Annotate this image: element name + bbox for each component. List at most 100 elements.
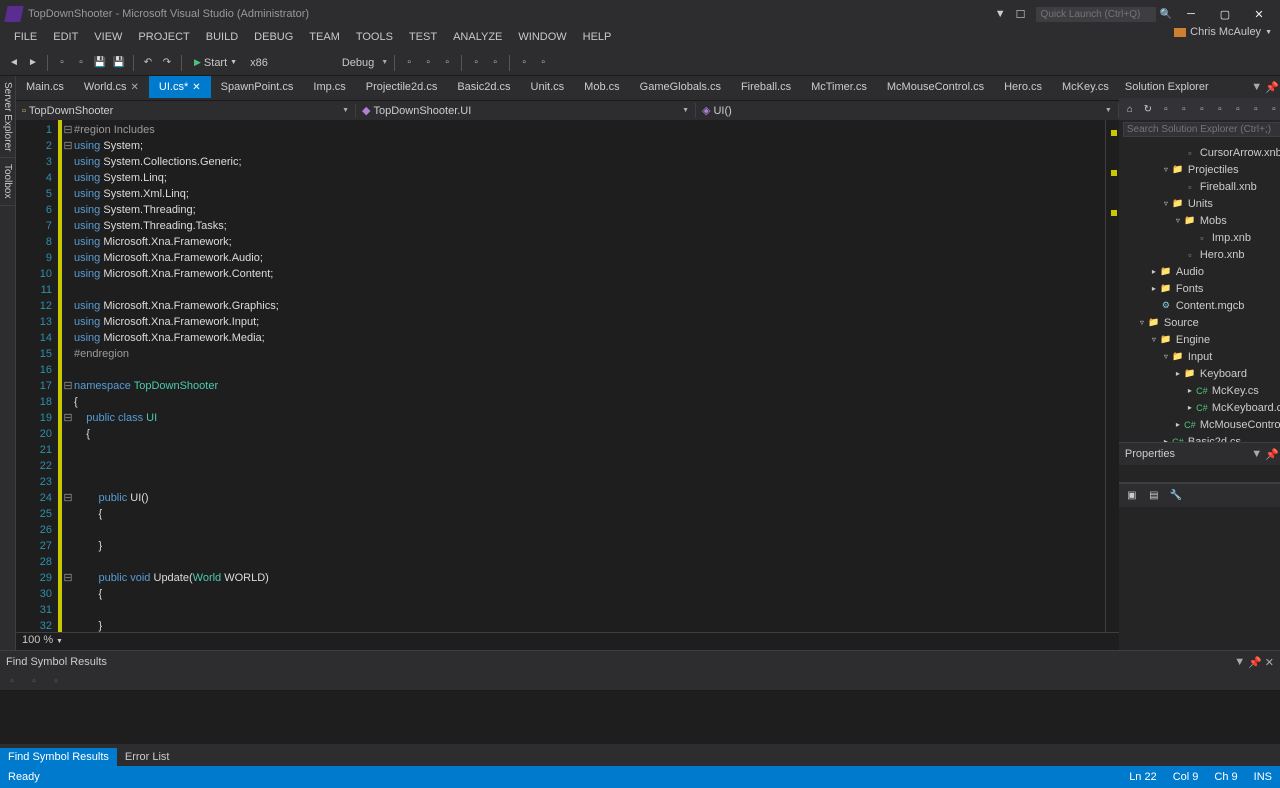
step-icon[interactable]: ▫ [468, 55, 484, 71]
find-results-list[interactable] [0, 691, 1280, 744]
tree-node[interactable]: ▸C#McMouseControl.cs [1119, 416, 1280, 433]
start-button[interactable]: ▶ Start ▼ [188, 56, 243, 70]
tree-node[interactable]: ▿📁Mobs [1119, 212, 1280, 229]
tool-icon[interactable]: ▫ [1249, 102, 1263, 116]
open-icon[interactable]: ▫ [73, 55, 89, 71]
tool-icon[interactable]: ▫ [420, 55, 436, 71]
tab-McKeycs[interactable]: McKey.cs [1052, 76, 1119, 98]
pin-icon[interactable]: 📌 [1248, 656, 1262, 669]
menu-tools[interactable]: TOOLS [348, 28, 401, 50]
close-button[interactable]: ✕ [1244, 4, 1274, 24]
menu-project[interactable]: PROJECT [130, 28, 197, 50]
tab-GameGlobalscs[interactable]: GameGlobals.cs [630, 76, 731, 98]
editor-scrollbar[interactable] [1105, 120, 1119, 632]
tab-Impcs[interactable]: Imp.cs [303, 76, 355, 98]
menu-team[interactable]: TEAM [301, 28, 348, 50]
tab-Basic2dcs[interactable]: Basic2d.cs [447, 76, 520, 98]
az-icon[interactable]: ▤ [1145, 487, 1163, 505]
menu-window[interactable]: WINDOW [510, 28, 574, 50]
tree-node[interactable]: ▿📁Units [1119, 195, 1280, 212]
tab-Herocs[interactable]: Hero.cs [994, 76, 1052, 98]
tree-node[interactable]: ▸C#McKey.cs [1119, 382, 1280, 399]
save-icon[interactable]: 💾 [92, 55, 108, 71]
tool-icon[interactable]: ▫ [535, 55, 551, 71]
tab-UIcs[interactable]: UI.cs*✕ [149, 76, 211, 98]
cat-icon[interactable]: ▣ [1123, 487, 1141, 505]
toolbox-tab[interactable]: Toolbox [0, 158, 15, 205]
tab-Worldcs[interactable]: World.cs✕ [74, 76, 149, 98]
dropdown-icon[interactable]: ▼ [1251, 81, 1262, 94]
tree-node[interactable]: ▿📁Projectiles [1119, 161, 1280, 178]
tab-Projectile2dcs[interactable]: Projectile2d.cs [356, 76, 448, 98]
tree-node[interactable]: ▫Imp.xnb [1119, 229, 1280, 246]
search-icon[interactable]: 🔍 [1160, 9, 1172, 20]
code-content[interactable]: #region Includesusing System;using Syste… [74, 120, 1105, 632]
menu-build[interactable]: BUILD [198, 28, 246, 50]
class-combo[interactable]: ◆ TopDownShooter.UI ▼ [356, 103, 696, 118]
properties-icon[interactable]: ▫ [1231, 102, 1245, 116]
config-combo[interactable]: Debug [338, 56, 378, 70]
tool-icon[interactable]: ▫ [48, 674, 64, 690]
tree-node[interactable]: ▫CursorArrow.xnb [1119, 144, 1280, 161]
feedback-icon[interactable]: ☐ [1016, 8, 1026, 21]
tab-Unitcs[interactable]: Unit.cs [521, 76, 575, 98]
tool-icon[interactable]: ▫ [26, 674, 42, 690]
tree-node[interactable]: ▿📁Input [1119, 348, 1280, 365]
tree-node[interactable]: ⚙Content.mgcb [1119, 297, 1280, 314]
show-all-icon[interactable]: ▫ [1213, 102, 1227, 116]
tree-node[interactable]: ▫Hero.xnb [1119, 246, 1280, 263]
server-explorer-tab[interactable]: Server Explorer [0, 76, 15, 158]
menu-edit[interactable]: EDIT [45, 28, 86, 50]
pin-icon[interactable]: 📌 [1265, 448, 1279, 461]
step-icon[interactable]: ▫ [487, 55, 503, 71]
redo-icon[interactable]: ↷ [159, 55, 175, 71]
sync-icon[interactable]: ↻ [1141, 102, 1155, 116]
tree-node[interactable]: ▸C#McKeyboard.cs [1119, 399, 1280, 416]
new-file-icon[interactable]: ▫ [54, 55, 70, 71]
clear-icon[interactable]: ▫ [4, 674, 20, 690]
nav-back-icon[interactable]: ◄ [6, 55, 22, 71]
tab-Fireballcs[interactable]: Fireball.cs [731, 76, 801, 98]
quick-launch-input[interactable] [1036, 7, 1156, 22]
solution-tree[interactable]: ▫CursorArrow.xnb▿📁Projectiles▫Fireball.x… [1119, 142, 1280, 442]
tree-node[interactable]: ▸📁Audio [1119, 263, 1280, 280]
tab-SpawnPointcs[interactable]: SpawnPoint.cs [211, 76, 304, 98]
user-badge[interactable]: Chris McAuley ▼ [1174, 26, 1272, 38]
fold-bar[interactable]: ⊟⊟⊟⊟⊟⊟⊟ [62, 120, 74, 632]
tool-icon[interactable]: ▫ [1177, 102, 1191, 116]
tab-Mobcs[interactable]: Mob.cs [574, 76, 629, 98]
menu-analyze[interactable]: ANALYZE [445, 28, 510, 50]
bottom-tab[interactable]: Find Symbol Results [0, 748, 117, 766]
prop-icon[interactable]: 🔧 [1167, 487, 1185, 505]
close-icon[interactable]: ✕ [1265, 656, 1274, 669]
tree-node[interactable]: ▸📁Keyboard [1119, 365, 1280, 382]
menu-test[interactable]: TEST [401, 28, 445, 50]
se-search-input[interactable] [1123, 122, 1280, 137]
tree-node[interactable]: ▸📁Fonts [1119, 280, 1280, 297]
tree-node[interactable]: ▿📁Engine [1119, 331, 1280, 348]
undo-icon[interactable]: ↶ [140, 55, 156, 71]
tool-icon[interactable]: ▫ [516, 55, 532, 71]
dropdown-icon[interactable]: ▼ [1234, 656, 1245, 669]
member-combo[interactable]: ◈ UI() ▼ [696, 103, 1119, 118]
minimize-button[interactable]: ─ [1176, 4, 1206, 24]
code-editor[interactable]: 1234567891011121314151617181920212223242… [16, 120, 1119, 632]
nav-fwd-icon[interactable]: ► [25, 55, 41, 71]
tree-node[interactable]: ▫Fireball.xnb [1119, 178, 1280, 195]
tab-McMouseControlcs[interactable]: McMouseControl.cs [877, 76, 994, 98]
platform-combo[interactable]: x86 [246, 56, 272, 70]
menu-file[interactable]: FILE [6, 28, 45, 50]
menu-debug[interactable]: DEBUG [246, 28, 301, 50]
tool-icon[interactable]: ▫ [401, 55, 417, 71]
project-combo[interactable]: ▫ TopDownShooter ▼ [16, 104, 356, 118]
tab-McTimercs[interactable]: McTimer.cs [801, 76, 877, 98]
tree-node[interactable]: ▿📁Source [1119, 314, 1280, 331]
pin-icon[interactable]: 📌 [1265, 81, 1279, 94]
tool-icon[interactable]: ▫ [1159, 102, 1173, 116]
tool-icon[interactable]: ▫ [1195, 102, 1209, 116]
tool-icon[interactable]: ▫ [1267, 102, 1280, 116]
tab-Maincs[interactable]: Main.cs [16, 76, 74, 98]
home-icon[interactable]: ⌂ [1123, 102, 1137, 116]
tool-icon[interactable]: ▫ [439, 55, 455, 71]
zoom-level[interactable]: 100 % ▼ [16, 632, 1119, 650]
